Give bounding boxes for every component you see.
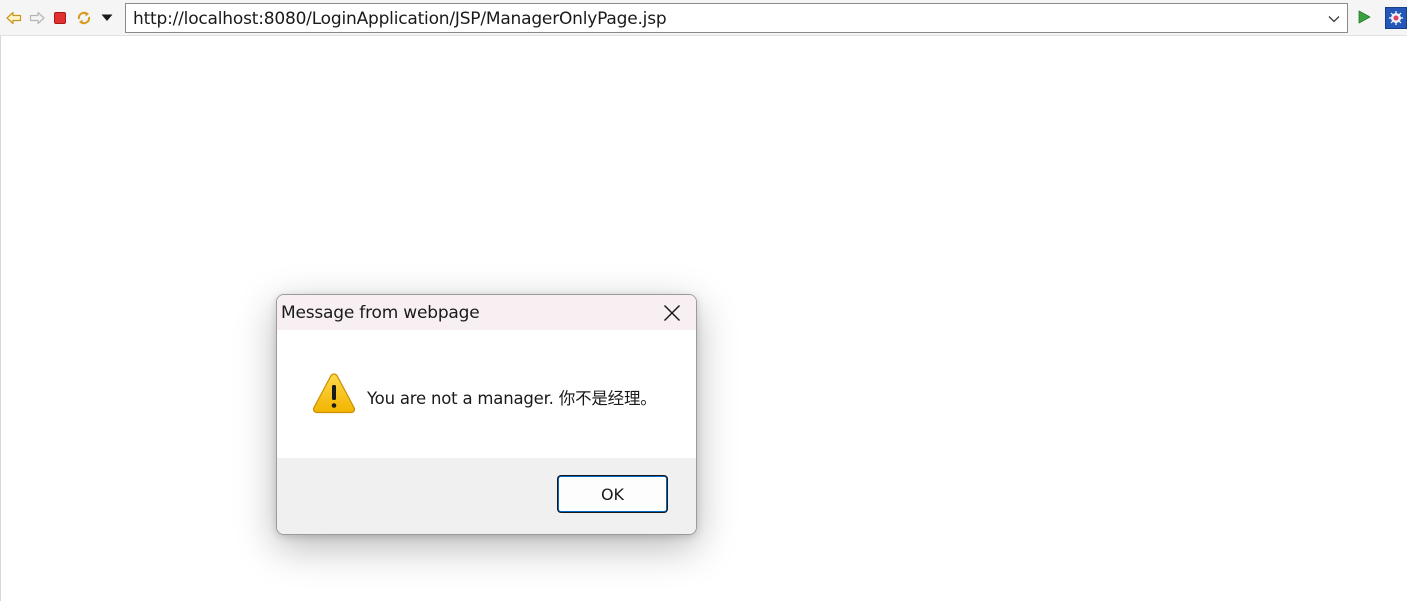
chevron-down-icon[interactable] <box>1327 12 1341 24</box>
url-bar[interactable]: http://localhost:8080/LoginApplication/J… <box>125 3 1348 33</box>
eclipse-web-browser-icon[interactable] <box>1385 7 1407 29</box>
stop-icon[interactable] <box>51 9 69 27</box>
go-play-icon[interactable] <box>1356 9 1372 25</box>
browser-toolbar: http://localhost:8080/LoginApplication/J… <box>0 0 1407 36</box>
refresh-icon[interactable] <box>75 9 93 27</box>
content-border <box>0 36 1 601</box>
forward-arrow-icon[interactable] <box>28 9 46 27</box>
url-text[interactable]: http://localhost:8080/LoginApplication/J… <box>133 9 667 29</box>
dialog-title: Message from webpage <box>281 303 480 323</box>
dialog-message: You are not a manager. 你不是经理。 <box>367 389 657 408</box>
dialog-footer: OK <box>277 458 696 534</box>
close-icon[interactable] <box>660 301 684 325</box>
back-arrow-icon[interactable] <box>5 9 23 27</box>
ok-button[interactable]: OK <box>558 476 667 512</box>
alert-dialog: Message from webpage You are not a manag… <box>276 294 697 535</box>
dialog-body: You are not a manager. 你不是经理。 <box>277 330 696 458</box>
dropdown-triangle-icon[interactable] <box>98 9 116 27</box>
warning-icon <box>312 372 356 414</box>
dialog-titlebar[interactable]: Message from webpage <box>277 295 696 330</box>
